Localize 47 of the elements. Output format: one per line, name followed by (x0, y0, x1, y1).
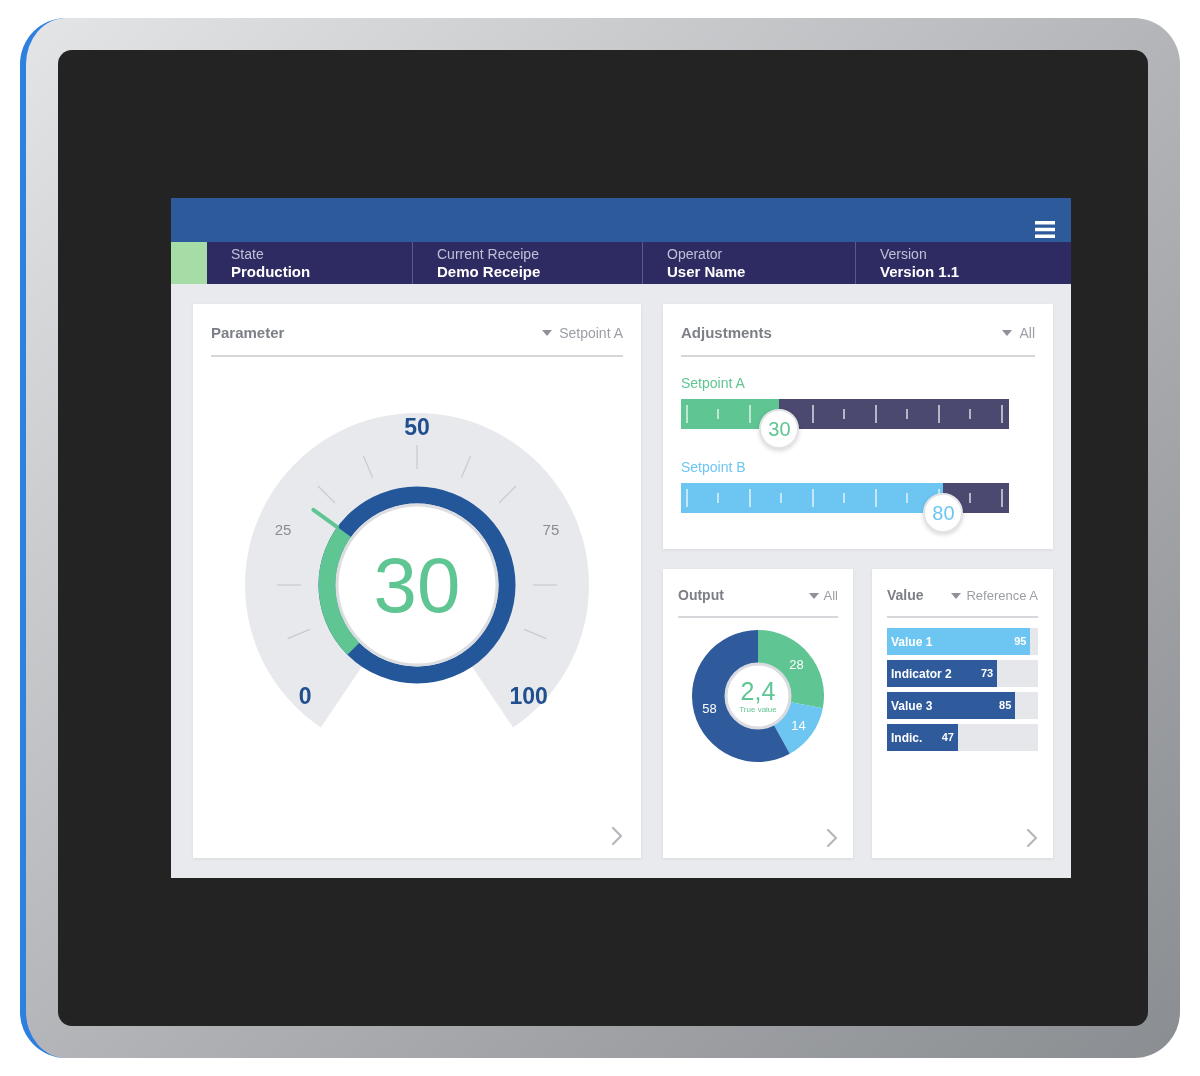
slider-label: Setpoint B (681, 457, 747, 477)
bar-value: 95 (1014, 634, 1027, 650)
bar-label: Value 1 (891, 633, 933, 651)
card-title: Adjustments (681, 323, 772, 343)
gauge-value: 30 (373, 545, 461, 624)
gauge-scale-label: 0 (298, 684, 312, 708)
gauge-scale-label: 75 (542, 521, 560, 537)
card-title: Value (887, 586, 924, 605)
bar-value: 73 (980, 666, 994, 682)
chevron-right-icon[interactable] (611, 826, 623, 846)
donut-center-value: 2,4 (740, 678, 776, 704)
slice-value-label: 14 (791, 718, 806, 734)
caret-icon (1002, 330, 1013, 337)
info-value: Demo Receipe (437, 262, 542, 281)
filter-dropdown[interactable]: All (808, 585, 838, 606)
bar-label: Value 3 (891, 697, 933, 715)
chevron-right-icon[interactable] (1026, 828, 1038, 848)
slider-label: Setpoint A (681, 373, 746, 393)
bar-value: 85 (999, 698, 1012, 714)
card-title: Output (678, 586, 724, 605)
donut-center-label: True value (739, 705, 777, 714)
bar-label: Indic. (891, 729, 923, 747)
info-label: Current Receipe (437, 245, 540, 263)
slice-value-label: 28 (789, 657, 804, 673)
filter-dropdown[interactable]: Reference A (951, 585, 1038, 606)
info-label: Operator (667, 245, 724, 263)
gauge-scale-label: 100 (509, 684, 548, 708)
card-title: Parameter (211, 323, 285, 343)
chevron-right-icon[interactable] (826, 828, 838, 848)
bar-value: 47 (941, 730, 954, 746)
info-value: Version 1.1 (880, 262, 961, 281)
caret-icon (542, 330, 553, 337)
caret-icon (951, 592, 962, 599)
menu-icon[interactable] (1035, 221, 1055, 238)
donut-center-disc (724, 662, 792, 730)
caret-icon (808, 592, 819, 599)
info-label: State (231, 245, 265, 263)
filter-dropdown[interactable]: All (1002, 322, 1035, 344)
info-value: User Name (667, 262, 747, 281)
info-value: Production (231, 262, 312, 281)
slice-value-label: 58 (702, 701, 717, 717)
bar-label: Indicator 2 (891, 665, 952, 683)
status-indicator-icon (171, 242, 207, 284)
filter-dropdown[interactable]: Setpoint A (542, 322, 623, 344)
gauge-scale-label: 50 (404, 415, 430, 438)
gauge-scale-label: 25 (274, 521, 292, 537)
info-label: Version (880, 245, 928, 263)
